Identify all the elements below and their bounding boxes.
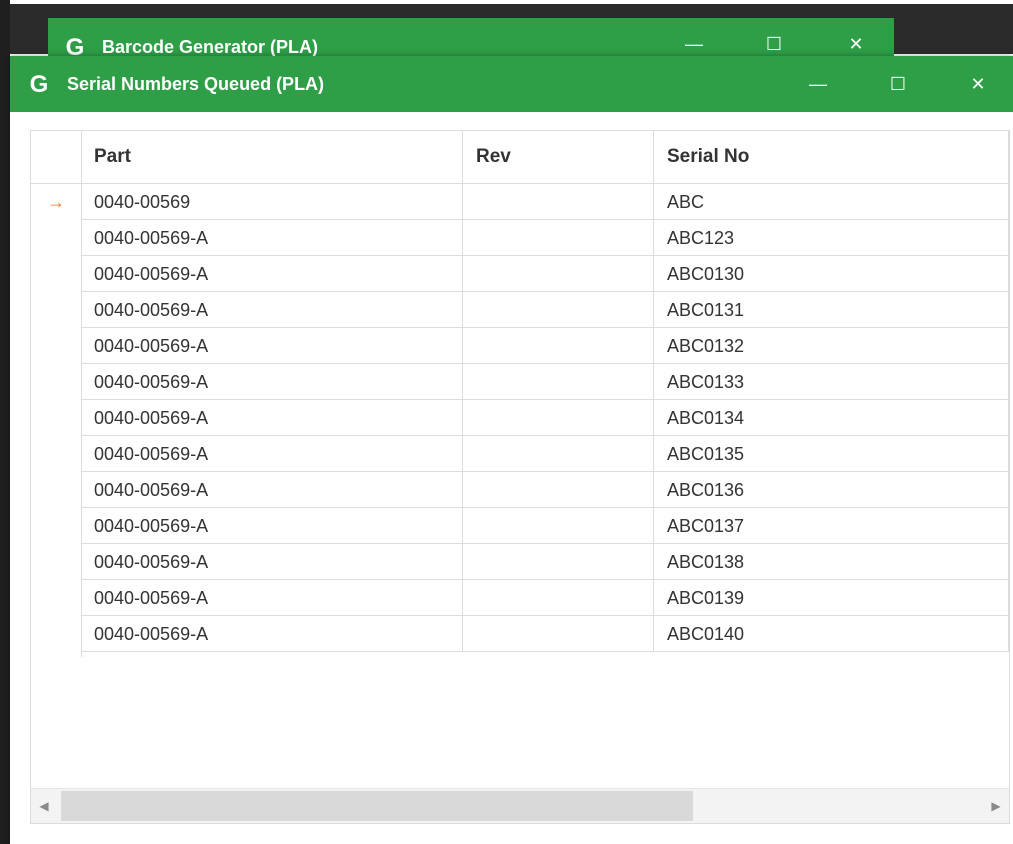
table-row[interactable]: 0040-00569-A ABC0138 — [31, 544, 1009, 580]
window-title: Serial Numbers Queued (PLA) — [67, 74, 325, 94]
current-row-arrow-icon: → — [47, 192, 65, 212]
close-icon[interactable]: ✕ — [960, 72, 996, 96]
table-row[interactable]: 0040-00569-A ABC0134 — [31, 400, 1009, 436]
back-minimize-icon[interactable]: — — [676, 32, 712, 56]
app-logo-icon: G — [29, 71, 49, 98]
table-row[interactable]: 0040-00569-A ABC0139 — [31, 580, 1009, 616]
serial-no-cell[interactable]: ABC0136 — [654, 472, 1009, 508]
barcode-generator-window[interactable]: G Barcode Generator (PLA) — ☐ ✕ — [48, 18, 894, 60]
column-header-part[interactable]: Part — [81, 131, 463, 183]
part-cell[interactable]: 0040-00569-A — [81, 616, 463, 652]
rev-cell[interactable] — [463, 256, 654, 292]
part-cell[interactable]: 0040-00569-A — [81, 364, 463, 400]
table-row[interactable]: 0040-00569-A ABC0133 — [31, 364, 1009, 400]
part-cell[interactable]: 0040-00569-A — [81, 220, 463, 256]
table-row[interactable]: 0040-00569-A ABC0131 — [31, 292, 1009, 328]
serial-numbers-window: G Serial Numbers Queued (PLA) — ☐ ✕ Part… — [10, 56, 1013, 844]
row-indicator — [31, 400, 81, 436]
part-cell[interactable]: 0040-00569-A — [81, 256, 463, 292]
serial-no-cell[interactable]: ABC0134 — [654, 400, 1009, 436]
part-cell[interactable]: 0040-00569-A — [81, 544, 463, 580]
row-indicator — [31, 472, 81, 508]
rev-cell[interactable] — [463, 292, 654, 328]
part-cell[interactable]: 0040-00569-A — [81, 400, 463, 436]
rev-cell[interactable] — [463, 472, 654, 508]
table-row[interactable]: 0040-00569-A ABC0136 — [31, 472, 1009, 508]
row-indicator — [31, 364, 81, 400]
background-window-edge — [0, 0, 10, 844]
row-indicator — [31, 220, 81, 256]
row-indicator — [31, 328, 81, 364]
table-row[interactable]: 0040-00569-A ABC123 — [31, 220, 1009, 256]
part-cell[interactable]: 0040-00569-A — [81, 508, 463, 544]
table-row[interactable]: 0040-00569-A ABC0137 — [31, 508, 1009, 544]
back-close-icon[interactable]: ✕ — [838, 32, 874, 56]
serial-no-cell[interactable]: ABC0131 — [654, 292, 1009, 328]
serial-no-cell[interactable]: ABC123 — [654, 220, 1009, 256]
serial-no-cell[interactable]: ABC0139 — [654, 580, 1009, 616]
rev-cell[interactable] — [463, 616, 654, 652]
serial-numbers-grid[interactable]: Part Rev Serial No → 0040-00569 ABC 0040-00… — [30, 130, 1010, 824]
serial-no-cell[interactable]: ABC0140 — [654, 616, 1009, 652]
horizontal-scrollbar[interactable]: ◀ ▶ — [31, 788, 1009, 823]
table-row[interactable]: → 0040-00569 ABC — [31, 184, 1009, 220]
row-indicator — [31, 292, 81, 328]
rev-cell[interactable] — [463, 328, 654, 364]
serial-no-cell[interactable]: ABC0137 — [654, 508, 1009, 544]
grid-rows: → 0040-00569 ABC 0040-00569-A ABC123 0040-005… — [31, 184, 1009, 652]
rev-cell[interactable] — [463, 220, 654, 256]
row-indicator — [31, 580, 81, 616]
window-titlebar[interactable]: G Serial Numbers Queued (PLA) — ☐ ✕ — [10, 56, 1013, 112]
part-cell[interactable]: 0040-00569-A — [81, 328, 463, 364]
grid-header: Part Rev Serial No — [31, 131, 1009, 184]
row-indicator — [31, 508, 81, 544]
rev-cell[interactable] — [463, 436, 654, 472]
serial-no-cell[interactable]: ABC0133 — [654, 364, 1009, 400]
minimize-icon[interactable]: — — [800, 72, 836, 96]
scrollbar-thumb[interactable] — [61, 791, 693, 821]
scroll-left-icon[interactable]: ◀ — [31, 789, 57, 823]
rev-cell[interactable] — [463, 580, 654, 616]
serial-no-cell[interactable]: ABC — [654, 184, 1009, 220]
serial-no-cell[interactable]: ABC0135 — [654, 436, 1009, 472]
part-cell[interactable]: 0040-00569-A — [81, 292, 463, 328]
part-cell[interactable]: 0040-00569 — [81, 184, 463, 220]
serial-no-cell[interactable]: ABC0130 — [654, 256, 1009, 292]
part-cell[interactable]: 0040-00569-A — [81, 580, 463, 616]
rev-cell[interactable] — [463, 364, 654, 400]
column-header-serial-no[interactable]: Serial No — [654, 131, 1009, 183]
table-row[interactable]: 0040-00569-A ABC0132 — [31, 328, 1009, 364]
rev-cell[interactable] — [463, 400, 654, 436]
part-cell[interactable]: 0040-00569-A — [81, 472, 463, 508]
table-row[interactable]: 0040-00569-A ABC0140 — [31, 616, 1009, 652]
maximize-icon[interactable]: ☐ — [880, 72, 916, 96]
row-indicator — [31, 616, 81, 652]
back-maximize-icon[interactable]: ☐ — [756, 32, 792, 56]
scroll-right-icon[interactable]: ▶ — [983, 789, 1009, 823]
rev-cell[interactable] — [463, 184, 654, 220]
serial-no-cell[interactable]: ABC0138 — [654, 544, 1009, 580]
back-window-title: Barcode Generator (PLA) — [102, 37, 319, 57]
table-row[interactable]: 0040-00569-A ABC0135 — [31, 436, 1009, 472]
column-header-rev[interactable]: Rev — [463, 131, 654, 183]
table-row[interactable]: 0040-00569-A ABC0130 — [31, 256, 1009, 292]
rev-cell[interactable] — [463, 544, 654, 580]
serial-no-cell[interactable]: ABC0132 — [654, 328, 1009, 364]
row-indicator — [31, 436, 81, 472]
row-indicator — [31, 256, 81, 292]
rev-cell[interactable] — [463, 508, 654, 544]
part-cell[interactable]: 0040-00569-A — [81, 436, 463, 472]
row-indicator — [31, 544, 81, 580]
